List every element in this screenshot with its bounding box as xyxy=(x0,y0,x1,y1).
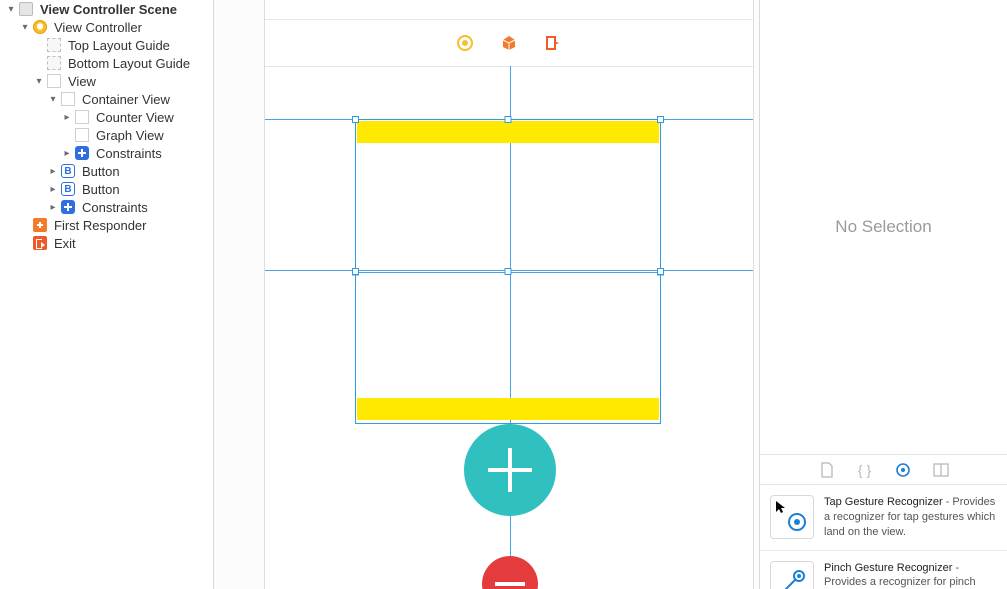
selection-outline[interactable] xyxy=(355,119,661,424)
outline-item-button[interactable]: ▸ B Button xyxy=(0,162,213,180)
outline-item-constraints[interactable]: ▸ Constraints xyxy=(0,198,213,216)
button-icon: B xyxy=(60,163,76,179)
file-template-tab-icon[interactable] xyxy=(819,462,835,478)
library-item-text: Pinch Gesture Recognizer - Provides a re… xyxy=(824,561,997,589)
outline-label: Top Layout Guide xyxy=(68,38,170,53)
library-item-title: Pinch Gesture Recognizer xyxy=(824,562,952,574)
library-item-thumb xyxy=(770,561,814,589)
disclosure-triangle-icon[interactable]: ▸ xyxy=(48,184,58,195)
layout-guide-icon xyxy=(46,55,62,71)
outline-label: Container View xyxy=(82,92,170,107)
scene-title: View Controller Scene xyxy=(40,2,177,17)
disclosure-triangle-icon[interactable]: ▾ xyxy=(34,76,44,87)
code-snippet-tab-icon[interactable]: { } xyxy=(857,462,873,478)
minus-button[interactable] xyxy=(482,556,538,589)
exit-icon xyxy=(32,235,48,251)
outline-item-top-layout-guide[interactable]: Top Layout Guide xyxy=(0,36,213,54)
outline-label: Constraints xyxy=(82,200,148,215)
constraints-icon xyxy=(74,145,90,161)
disclosure-triangle-icon[interactable]: ▸ xyxy=(62,112,72,123)
library-item-text: Tap Gesture Recognizer - Provides a reco… xyxy=(824,495,997,540)
outline-item-container-view[interactable]: ▾ Container View xyxy=(0,90,213,108)
status-bar xyxy=(265,0,753,20)
disclosure-triangle-icon[interactable]: ▸ xyxy=(62,148,72,159)
outline-scene-row[interactable]: ▾ View Controller Scene xyxy=(0,0,213,18)
outline-item-view-controller[interactable]: ▾ View Controller xyxy=(0,18,213,36)
outline-item-view[interactable]: ▾ View xyxy=(0,72,213,90)
outline-label: View xyxy=(68,74,96,89)
outline-label: Counter View xyxy=(96,110,174,125)
disclosure-triangle-icon[interactable]: ▸ xyxy=(48,166,58,177)
first-responder-icon[interactable] xyxy=(500,34,518,52)
resize-handle[interactable] xyxy=(505,268,512,275)
media-library-tab-icon[interactable] xyxy=(933,462,949,478)
disclosure-triangle-icon[interactable]: ▾ xyxy=(6,4,16,15)
resize-handle[interactable] xyxy=(352,116,359,123)
outline-item-constraints[interactable]: ▸ Constraints xyxy=(0,144,213,162)
view-controller-icon xyxy=(32,19,48,35)
disclosure-triangle-icon[interactable]: ▸ xyxy=(48,202,58,213)
view-icon xyxy=(74,109,90,125)
button-icon: B xyxy=(60,181,76,197)
inspector-panel: No Selection { } Tap Gesture Recognizer … xyxy=(759,0,1007,589)
object-library-tab-icon[interactable] xyxy=(895,462,911,478)
device-frame[interactable] xyxy=(264,0,754,589)
outline-item-counter-view[interactable]: ▸ Counter View xyxy=(0,108,213,126)
view-icon xyxy=(60,91,76,107)
library-tabs: { } xyxy=(760,455,1007,485)
view-icon xyxy=(46,73,62,89)
canvas-body[interactable] xyxy=(265,66,753,589)
outline-item-bottom-layout-guide[interactable]: Bottom Layout Guide xyxy=(0,54,213,72)
outline-item-first-responder[interactable]: First Responder xyxy=(0,216,213,234)
disclosure-triangle-icon[interactable]: ▾ xyxy=(20,22,30,33)
document-outline: ▾ View Controller Scene ▾ View Controlle… xyxy=(0,0,214,589)
scene-dock xyxy=(448,20,570,66)
interface-builder-canvas[interactable] xyxy=(214,0,759,589)
library-item-tap-gesture[interactable]: Tap Gesture Recognizer - Provides a reco… xyxy=(760,485,1007,551)
no-selection-label: No Selection xyxy=(760,0,1007,455)
pinch-icon xyxy=(777,568,807,589)
library-item-title: Tap Gesture Recognizer xyxy=(824,496,943,508)
scene-icon xyxy=(18,1,34,17)
view-controller-icon[interactable] xyxy=(456,34,474,52)
outline-label: Button xyxy=(82,164,120,179)
view-icon xyxy=(74,127,90,143)
outline-label: Constraints xyxy=(96,146,162,161)
resize-handle[interactable] xyxy=(657,116,664,123)
outline-label: View Controller xyxy=(54,20,142,35)
library-item-thumb xyxy=(770,495,814,539)
library-item-pinch-gesture[interactable]: Pinch Gesture Recognizer - Provides a re… xyxy=(760,551,1007,589)
exit-icon[interactable] xyxy=(544,34,562,52)
first-responder-icon xyxy=(32,217,48,233)
cursor-icon xyxy=(775,500,787,517)
outline-label: Exit xyxy=(54,236,76,251)
constraints-icon xyxy=(60,199,76,215)
outline-label: Graph View xyxy=(96,128,164,143)
disclosure-triangle-icon[interactable]: ▾ xyxy=(48,94,58,105)
outline-item-graph-view[interactable]: Graph View xyxy=(0,126,213,144)
outline-label: First Responder xyxy=(54,218,146,233)
resize-handle[interactable] xyxy=(352,268,359,275)
outline-item-button[interactable]: ▸ B Button xyxy=(0,180,213,198)
library-item-desc: Provides a recognizer for pinch xyxy=(824,576,976,588)
resize-handle[interactable] xyxy=(657,268,664,275)
object-library[interactable]: Tap Gesture Recognizer - Provides a reco… xyxy=(760,485,1007,589)
outline-label: Bottom Layout Guide xyxy=(68,56,190,71)
layout-guide-icon xyxy=(46,37,62,53)
outline-label: Button xyxy=(82,182,120,197)
plus-button[interactable] xyxy=(464,424,556,516)
resize-handle[interactable] xyxy=(505,116,512,123)
outline-item-exit[interactable]: Exit xyxy=(0,234,213,252)
target-icon xyxy=(788,513,806,531)
